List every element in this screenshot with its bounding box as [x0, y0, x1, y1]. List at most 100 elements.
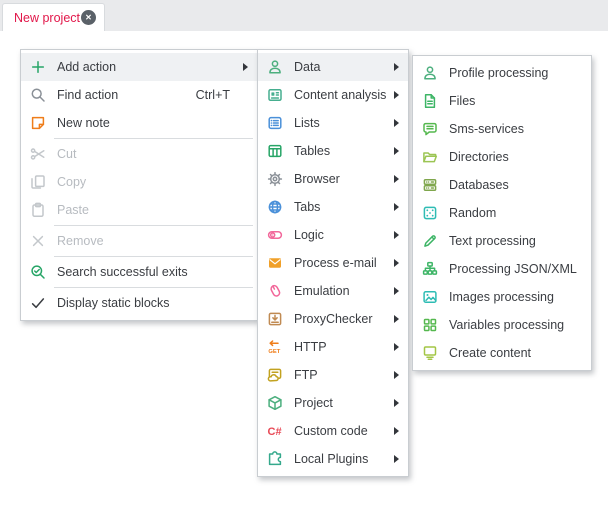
clipboard-icon [30, 202, 46, 218]
grid-icon [422, 317, 438, 333]
menu-item-files[interactable]: Files [413, 87, 591, 115]
menu-separator [54, 138, 253, 139]
menu-item-label: ProxyChecker [294, 312, 373, 326]
gear-icon [267, 171, 283, 187]
menu-item-remove: Remove [21, 227, 257, 255]
puzzle-icon [267, 451, 283, 467]
submenu-arrow-icon [394, 175, 399, 183]
submenu-arrow-icon [243, 63, 248, 71]
menu-item-label: Random [449, 206, 496, 220]
menu-item-images-processing[interactable]: Images processing [413, 283, 591, 311]
menu-item-label: Images processing [449, 290, 554, 304]
menu-item-find-action[interactable]: Find action Ctrl+T [21, 81, 257, 109]
submenu-arrow-icon [394, 343, 399, 351]
menu-item-label: Processing JSON/XML [449, 262, 577, 276]
menu-item-label: Display static blocks [57, 296, 170, 310]
submenu-arrow-icon [394, 203, 399, 211]
menu-item-label: Profile processing [449, 66, 548, 80]
menu-item-label: Variables processing [449, 318, 564, 332]
menu-item-label: Data [294, 60, 320, 74]
menu-item-http[interactable]: GET HTTP [258, 333, 408, 361]
menu-item-label: Text processing [449, 234, 536, 248]
note-icon [30, 115, 46, 131]
inbox-arrow-icon [267, 311, 283, 327]
checkmark-icon [30, 295, 46, 311]
menu-item-local-plugins[interactable]: Local Plugins [258, 445, 408, 473]
menu-item-emulation[interactable]: Emulation [258, 277, 408, 305]
tab-new-project[interactable]: New project ✕ [2, 3, 105, 31]
menu-item-label: Copy [57, 175, 86, 189]
person-icon [422, 65, 438, 81]
mouse-icon [267, 283, 283, 299]
org-tree-icon [422, 261, 438, 277]
plus-icon [30, 59, 46, 75]
menu-item-content-analysis[interactable]: Content analysis [258, 81, 408, 109]
cube-icon [267, 395, 283, 411]
menu-item-label: FTP [294, 368, 318, 382]
menu-item-label: Browser [294, 172, 340, 186]
globe-icon [267, 199, 283, 215]
submenu-arrow-icon [394, 63, 399, 71]
menu-item-label: Process e-mail [294, 256, 377, 270]
menu-item-tables[interactable]: Tables [258, 137, 408, 165]
newspaper-icon [267, 87, 283, 103]
menu-item-create-content[interactable]: Create content [413, 339, 591, 367]
submenu-arrow-icon [394, 455, 399, 463]
menu-item-cut: Cut [21, 140, 257, 168]
menu-item-label: Content analysis [294, 88, 386, 102]
open-folder-icon [422, 149, 438, 165]
menu-item-label: Find action [57, 88, 118, 102]
menu-item-label: Cut [57, 147, 76, 161]
submenu-arrow-icon [394, 231, 399, 239]
svg-text:C#: C# [268, 426, 282, 438]
menu-item-process-email[interactable]: Process e-mail [258, 249, 408, 277]
menu-item-random[interactable]: Random [413, 199, 591, 227]
menu-item-variables-processing[interactable]: Variables processing [413, 311, 591, 339]
file-icon [422, 93, 438, 109]
list-icon [267, 115, 283, 131]
menu-item-display-static-blocks[interactable]: Display static blocks [21, 289, 257, 317]
menu-item-proxychecker[interactable]: ProxyChecker [258, 305, 408, 333]
menu-item-label: Paste [57, 203, 89, 217]
menu-item-copy: Copy [21, 168, 257, 196]
menu-item-label: Logic [294, 228, 324, 242]
submenu-arrow-icon [394, 147, 399, 155]
submenu-arrow-icon [394, 427, 399, 435]
menu-item-sms-services[interactable]: Sms-services [413, 115, 591, 143]
shortcut-label: Ctrl+T [196, 88, 230, 102]
menu-item-directories[interactable]: Directories [413, 143, 591, 171]
menu-item-search-successful-exits[interactable]: Search successful exits [21, 258, 257, 286]
menu-item-logic[interactable]: Logic [258, 221, 408, 249]
submenu-arrow-icon [394, 259, 399, 267]
submenu-arrow-icon [394, 119, 399, 127]
menu-item-data[interactable]: Data [258, 53, 408, 81]
close-icon[interactable]: ✕ [81, 10, 96, 25]
menu-item-label: Lists [294, 116, 320, 130]
menu-item-tabs[interactable]: Tabs [258, 193, 408, 221]
menu-item-lists[interactable]: Lists [258, 109, 408, 137]
speech-bubble-icon [422, 121, 438, 137]
menu-item-label: Tables [294, 144, 330, 158]
menu-item-label: Add action [57, 60, 116, 74]
menu-item-browser[interactable]: Browser [258, 165, 408, 193]
menu-item-project[interactable]: Project [258, 389, 408, 417]
menu-item-label: HTTP [294, 340, 327, 354]
magnifier-icon [30, 87, 46, 103]
menu-item-label: Project [294, 396, 333, 410]
menu-item-processing-json-xml[interactable]: Processing JSON/XML [413, 255, 591, 283]
menu-item-paste: Paste [21, 196, 257, 224]
dice-icon [422, 205, 438, 221]
menu-item-profile-processing[interactable]: Profile processing [413, 59, 591, 87]
menu-item-new-note[interactable]: New note [21, 109, 257, 137]
table-icon [267, 143, 283, 159]
menu-item-ftp[interactable]: FTP [258, 361, 408, 389]
menu-item-add-action[interactable]: Add action [21, 53, 257, 81]
image-icon [422, 289, 438, 305]
menu-item-label: Remove [57, 234, 104, 248]
menu-item-custom-code[interactable]: C# Custom code [258, 417, 408, 445]
menu-item-label: Custom code [294, 424, 368, 438]
menu-item-text-processing[interactable]: Text processing [413, 227, 591, 255]
menu-item-databases[interactable]: Databases [413, 171, 591, 199]
submenu-arrow-icon [394, 91, 399, 99]
pencil-icon [422, 233, 438, 249]
